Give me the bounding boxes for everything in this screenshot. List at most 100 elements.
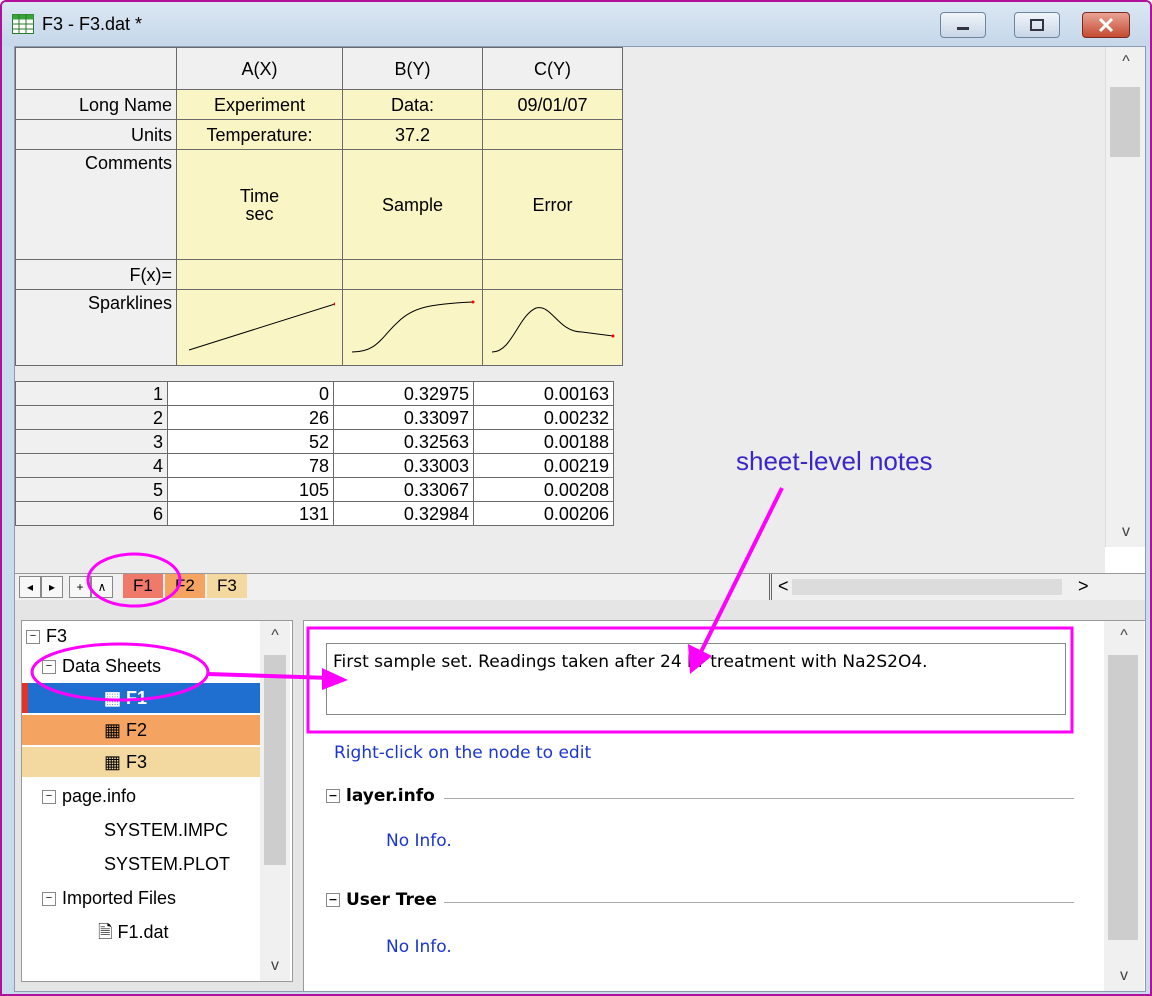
row-number[interactable]: 1 [15, 381, 168, 406]
scroll-up-arrow[interactable]: ^ [1104, 621, 1144, 651]
cell[interactable]: 26 [167, 405, 334, 430]
collapse-icon[interactable]: − [326, 789, 340, 803]
organizer-panel: − F3 − Data Sheets ▦ F1 ▦ F2 ▦ F3 − page.in… [15, 600, 1145, 991]
cell[interactable]: 37.2 [342, 119, 483, 150]
collapse-icon[interactable]: − [42, 790, 56, 805]
cell[interactable]: Time sec [176, 149, 343, 260]
tree-node-system-import[interactable]: SYSTEM.IMPC [104, 815, 228, 845]
scroll-down-arrow[interactable]: v [1104, 961, 1144, 991]
sheet-tab-f3[interactable]: F3 [207, 574, 247, 598]
row-header-sparklines[interactable]: Sparklines [15, 289, 177, 366]
cell[interactable]: 0.33097 [333, 405, 474, 430]
sheet-tab-f2[interactable]: F2 [165, 574, 205, 598]
scroll-thumb[interactable] [1110, 87, 1140, 157]
cell[interactable]: 105 [167, 477, 334, 502]
show-organizer-button[interactable]: ∧ [91, 576, 113, 598]
next-sheet-button[interactable]: ▸ [41, 576, 63, 598]
scroll-thumb[interactable] [1108, 655, 1138, 940]
annotation-label: sheet-level notes [736, 446, 933, 476]
scroll-up-arrow[interactable]: ^ [1106, 47, 1145, 77]
sparkline-cell[interactable] [342, 289, 483, 366]
row-number[interactable]: 3 [15, 429, 168, 454]
cell[interactable]: 0.00206 [473, 501, 614, 526]
cell[interactable]: Sample [342, 149, 483, 260]
section-user-tree[interactable]: − User Tree [326, 885, 437, 915]
cell[interactable]: 0.32563 [333, 429, 474, 454]
column-header-b[interactable]: B(Y) [342, 47, 483, 90]
tree-scrollbar[interactable]: ^ v [260, 621, 290, 981]
row-number[interactable]: 4 [15, 453, 168, 478]
sparkline-cell[interactable] [482, 289, 623, 366]
cell[interactable]: 0.33003 [333, 453, 474, 478]
tree-node-system-plot[interactable]: SYSTEM.PLOT [104, 849, 230, 879]
scroll-down-arrow[interactable]: v [1106, 517, 1145, 547]
worksheet-icon: ▦ [104, 688, 127, 708]
scroll-down-arrow[interactable]: v [260, 951, 290, 981]
row-header-comments[interactable]: Comments [15, 149, 177, 260]
scroll-left-arrow[interactable]: < [778, 576, 789, 597]
tree-node-sheet-f2[interactable]: ▦ F2 [22, 715, 260, 745]
cell[interactable]: Data: [342, 89, 483, 120]
collapse-icon[interactable]: − [42, 660, 56, 675]
horizontal-scrollbar[interactable]: < > [769, 574, 1102, 600]
tree-node-sheet-f1[interactable]: ▦ F1 [22, 683, 266, 713]
cell[interactable]: 0.32984 [333, 501, 474, 526]
comment-line: Time [239, 185, 280, 206]
row-number[interactable]: 2 [15, 405, 168, 430]
collapse-icon[interactable]: − [326, 893, 340, 907]
tree-node-page-info[interactable]: − page.info [42, 781, 136, 811]
maximize-button[interactable] [1014, 12, 1060, 38]
sheet-notes-textbox[interactable]: First sample set. Readings taken after 2… [326, 643, 1066, 715]
row-header-units[interactable]: Units [15, 119, 177, 150]
cell[interactable]: Temperature: [176, 119, 343, 150]
scroll-thumb[interactable] [264, 655, 286, 865]
minimize-button[interactable] [940, 12, 986, 38]
organizer-tree: − F3 − Data Sheets ▦ F1 ▦ F2 ▦ F3 − page.in… [21, 620, 293, 982]
cell[interactable]: 0.00208 [473, 477, 614, 502]
cell[interactable]: 09/01/07 [482, 89, 623, 120]
cell[interactable]: Experiment [176, 89, 343, 120]
column-header-a[interactable]: A(X) [176, 47, 343, 90]
sparkline-cell[interactable] [176, 289, 343, 366]
sheet-tab-f1[interactable]: F1 [123, 574, 163, 598]
cell[interactable] [342, 259, 483, 290]
cell[interactable]: Error [482, 149, 623, 260]
horizontal-scroll-thumb[interactable] [792, 579, 1062, 595]
title-bar[interactable]: F3 - F3.dat * [2, 2, 1150, 46]
cell[interactable]: 52 [167, 429, 334, 454]
cell[interactable]: 0.00232 [473, 405, 614, 430]
first-sheet-button[interactable]: ◂ [19, 576, 41, 598]
row-header-fx[interactable]: F(x)= [15, 259, 177, 290]
add-sheet-button[interactable]: + [69, 576, 91, 598]
cell[interactable]: 0.32975 [333, 381, 474, 406]
row-number[interactable]: 6 [15, 501, 168, 526]
notes-scrollbar[interactable]: ^ v [1104, 621, 1144, 991]
worksheet-area: A(X) B(Y) C(Y) Long Name Experiment Data… [15, 47, 1105, 597]
cell[interactable] [482, 119, 623, 150]
row-header-long-name[interactable]: Long Name [15, 89, 177, 120]
scroll-up-arrow[interactable]: ^ [260, 621, 290, 651]
cell[interactable]: 0.00163 [473, 381, 614, 406]
cell[interactable]: 0.00188 [473, 429, 614, 454]
cell[interactable]: 0 [167, 381, 334, 406]
section-layer-info[interactable]: − layer.info [326, 781, 435, 811]
tree-node-file[interactable]: 🗎 F1.dat [98, 917, 169, 947]
scroll-right-arrow[interactable]: > [1078, 576, 1089, 597]
tree-node-sheet-f3[interactable]: ▦ F3 [22, 747, 260, 777]
collapse-icon[interactable]: − [26, 630, 40, 645]
tree-node-data-sheets[interactable]: − Data Sheets [42, 651, 161, 681]
column-header-c[interactable]: C(Y) [482, 47, 623, 90]
row-number[interactable]: 5 [15, 477, 168, 502]
collapse-icon[interactable]: − [42, 892, 56, 907]
cell[interactable]: 78 [167, 453, 334, 478]
cell[interactable]: 0.33067 [333, 477, 474, 502]
cell[interactable] [176, 259, 343, 290]
vertical-scrollbar[interactable]: ^ v [1105, 47, 1145, 547]
close-button[interactable] [1082, 12, 1130, 38]
cell[interactable]: 131 [167, 501, 334, 526]
cell[interactable]: 0.00219 [473, 453, 614, 478]
cell[interactable] [482, 259, 623, 290]
tree-node-root[interactable]: − F3 [26, 621, 67, 651]
grid-corner[interactable] [15, 47, 177, 90]
tree-node-imported-files[interactable]: − Imported Files [42, 883, 176, 913]
